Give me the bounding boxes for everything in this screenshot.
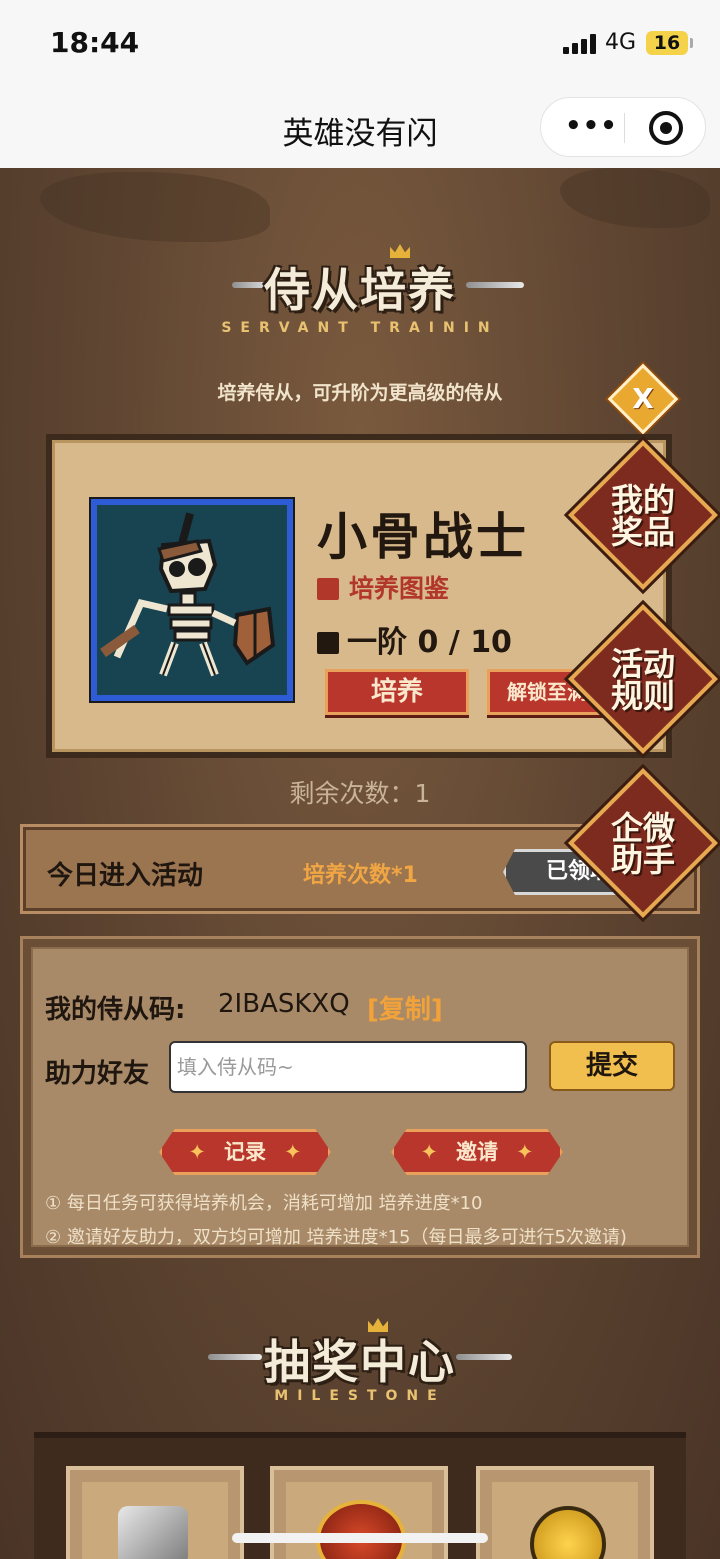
my-code-value: 2IBASKXQ (218, 989, 350, 1019)
status-time: 18:44 (50, 26, 140, 59)
nav-bar: 英雄没有闪 ••• (0, 88, 720, 168)
status-bar: 18:44 4G 16 (0, 0, 720, 88)
lottery-section-header: 抽奖中心 MILESTONE (0, 1326, 720, 1404)
invite-label: 邀请 (456, 1140, 498, 1164)
remaining-label: 剩余次数： (289, 779, 415, 808)
battery-icon: 16 (646, 31, 688, 55)
sparkle-icon: ✦ (284, 1140, 302, 1164)
sparkle-icon: ✦ (516, 1140, 534, 1164)
rules-line2: 规则 (610, 677, 675, 715)
skeleton-warrior-icon (100, 512, 276, 677)
rank-progress: 一阶 0 / 10 (317, 617, 512, 661)
my-prizes-line2: 奖品 (610, 513, 675, 551)
servant-section-subtitle: SERVANT TRAININ (221, 320, 499, 336)
skeleton-warrior-image (97, 505, 287, 695)
codex-label: 培养图鉴 (349, 574, 450, 603)
phone-prize-image (118, 1506, 188, 1559)
book-icon (317, 578, 339, 600)
hero-card: 小骨战士 培养图鉴 一阶 0 / 10 培养 解锁至满 (46, 434, 672, 758)
daily-task-reward: 培养次数*1 (303, 863, 418, 888)
rule-line-2: ② 邀请好友助力，双方均可增加 培养进度*15（每日最多可进行5次邀请) (45, 1227, 627, 1248)
more-dots-icon[interactable]: ••• (565, 113, 618, 139)
servant-section-title: 侍从培养 (264, 263, 456, 317)
assistant-line1: 企微 (610, 809, 675, 847)
background-castle-art (560, 168, 710, 228)
my-prizes-line1: 我的 (610, 481, 675, 519)
rules-line1: 活动 (610, 645, 675, 683)
assistant-line2: 助手 (610, 841, 675, 879)
help-friend-label: 助力好友 (45, 1059, 150, 1089)
servant-code-input[interactable] (169, 1041, 527, 1093)
mini-program-capsule: ••• (540, 97, 706, 157)
rule-line-1: ① 每日任务可获得培养机会，消耗可增加 培养进度*10 (45, 1193, 483, 1214)
copy-button[interactable]: [复制] (367, 989, 443, 1026)
progress-max: 10 (470, 625, 512, 660)
network-type: 4G (605, 30, 637, 55)
book-icon (317, 632, 339, 654)
hero-portrait-frame (89, 497, 295, 703)
my-code-label: 我的侍从码: (45, 995, 186, 1025)
codex-link[interactable]: 培养图鉴 (317, 569, 449, 605)
servant-code-inner: 我的侍从码: 2IBASKXQ [复制] 助力好友 提交 ✦ 记录 ✦ ✦ 邀请 ✦ ①… (31, 947, 689, 1248)
hero-name: 小骨战士 (317, 508, 529, 566)
capsule-divider (624, 113, 625, 143)
train-button[interactable]: 培养 (325, 669, 469, 715)
invite-button[interactable]: ✦ 邀请 ✦ (391, 1129, 563, 1175)
lottery-section-subtitle: MILESTONE (274, 1388, 446, 1404)
record-label: 记录 (224, 1140, 266, 1164)
daily-task-label: 今日进入活动 (47, 861, 204, 891)
record-button[interactable]: ✦ 记录 ✦ (159, 1129, 331, 1175)
servant-code-panel: 我的侍从码: 2IBASKXQ [复制] 助力好友 提交 ✦ 记录 ✦ ✦ 邀请 ✦ ①… (20, 936, 700, 1258)
sparkle-icon: ✦ (188, 1140, 206, 1164)
progress-current: 0 (417, 625, 439, 660)
sparkle-icon: ✦ (420, 1140, 438, 1164)
assistant-button[interactable]: 企微 助手 (590, 812, 696, 876)
signal-icon (563, 34, 597, 54)
lottery-section-title: 抽奖中心 (264, 1335, 456, 1389)
rank-label: 一阶 (347, 625, 407, 660)
servant-section-header: 侍从培养 SERVANT TRAININ (0, 254, 720, 336)
rules-button[interactable]: 活动 规则 (590, 648, 696, 712)
battery-tip (690, 38, 693, 48)
hero-card-parchment: 小骨战士 培养图鉴 一阶 0 / 10 培养 解锁至满 (52, 440, 666, 752)
home-indicator (232, 1533, 488, 1543)
submit-button[interactable]: 提交 (549, 1041, 675, 1091)
remaining-value: 1 (414, 779, 431, 808)
target-icon[interactable] (649, 111, 683, 145)
my-prizes-button[interactable]: 我的 奖品 (590, 484, 696, 548)
close-icon: X (632, 382, 654, 415)
background-dragon-art (40, 172, 270, 242)
